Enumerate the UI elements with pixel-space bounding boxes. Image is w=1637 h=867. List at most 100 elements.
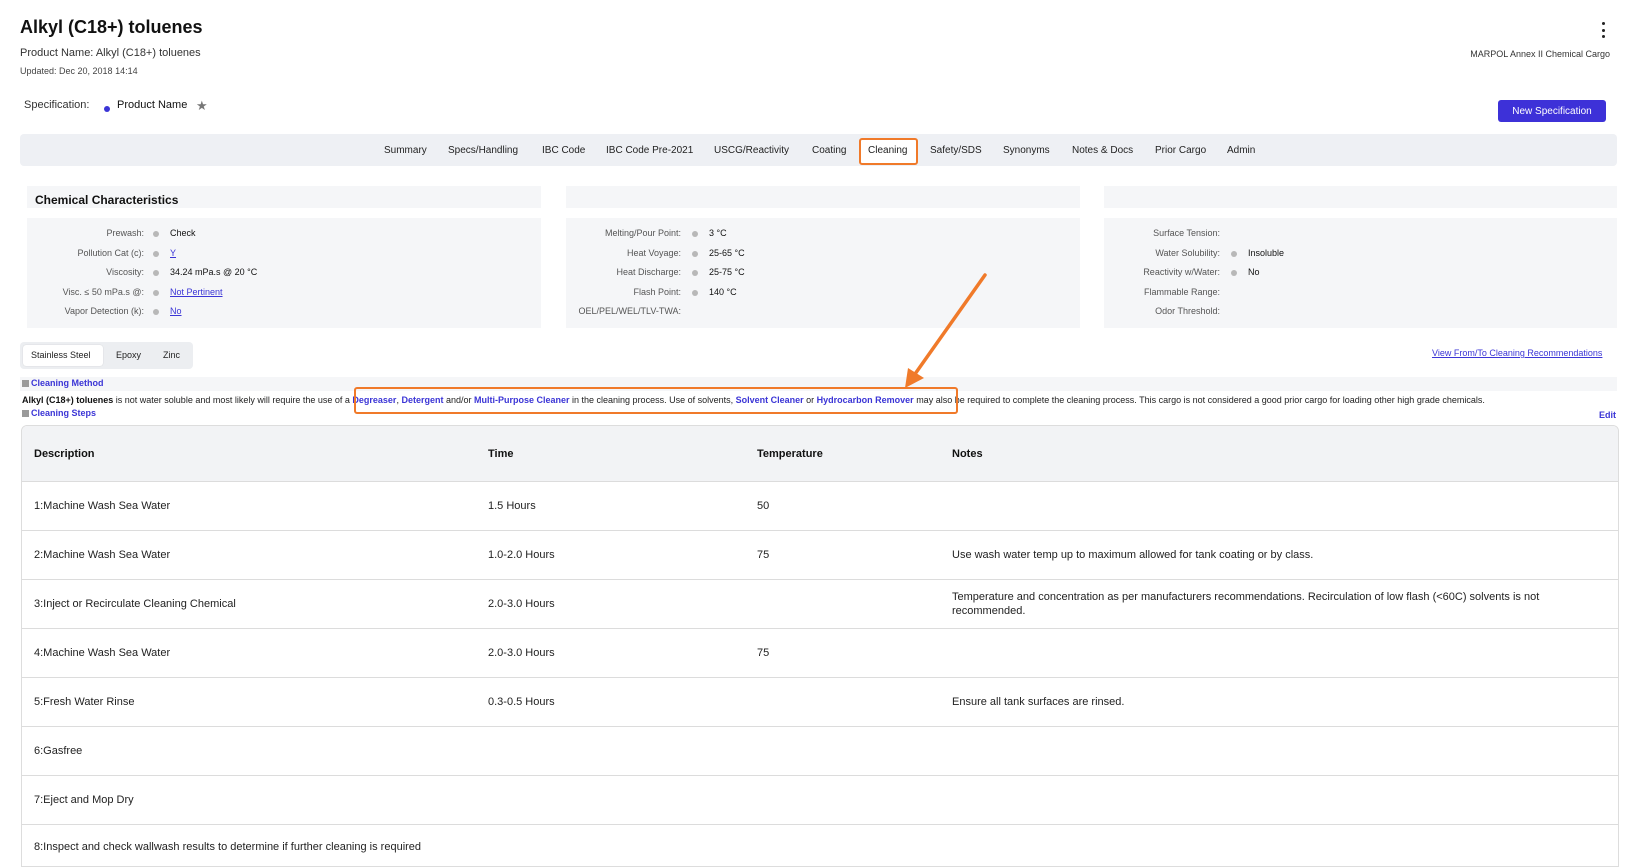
- status-dot: [692, 231, 698, 237]
- new-specification-button[interactable]: New Specification: [1498, 100, 1606, 122]
- tab-ibc-code-pre-2021[interactable]: IBC Code Pre-2021: [606, 145, 693, 156]
- row-description: 8:Inspect and check wallwash results to …: [34, 841, 422, 853]
- tab-stainless-steel[interactable]: Stainless Steel: [31, 350, 91, 360]
- surface-tension-label: Surface Tension:: [1153, 228, 1220, 238]
- pollution-cat-label: Pollution Cat (c):: [77, 248, 144, 258]
- table-row: 8:Inspect and check wallwash results to …: [22, 825, 1618, 866]
- status-dot: [1231, 270, 1237, 276]
- tab-synonyms[interactable]: Synonyms: [1003, 145, 1050, 156]
- row-temperature: 75: [757, 647, 770, 659]
- chem-panel-2-header: [566, 186, 1080, 208]
- tab-uscg-reactivity[interactable]: USCG/Reactivity: [714, 145, 789, 156]
- edit-steps-link[interactable]: Edit: [1599, 410, 1616, 420]
- status-dot: [153, 290, 159, 296]
- oel-pel-label: OEL/PEL/WEL/TLV-TWA:: [578, 306, 681, 316]
- col-description: Description: [34, 448, 95, 460]
- row-time: 0.3-0.5 Hours: [488, 696, 555, 708]
- odor-threshold-label: Odor Threshold:: [1155, 306, 1220, 316]
- row-notes: Ensure all tank surfaces are rinsed.: [952, 696, 1125, 708]
- water-solubility-value: Insoluble: [1248, 248, 1285, 258]
- cargo-category: MARPOL Annex II Chemical Cargo: [1470, 49, 1610, 59]
- row-description: 6:Gasfree: [34, 745, 83, 757]
- vapor-detection-label: Vapor Detection (k):: [64, 306, 144, 316]
- product-name-subtitle: Product Name: Alkyl (C18+) toluenes: [20, 47, 201, 59]
- collapse-square-icon[interactable]: [22, 380, 29, 387]
- table-row: 7:Eject and Mop Dry: [22, 776, 1618, 825]
- cleaning-method-title[interactable]: Cleaning Method: [31, 378, 104, 388]
- tab-epoxy[interactable]: Epoxy: [116, 350, 141, 360]
- collapse-square-icon[interactable]: [22, 410, 29, 417]
- tab-coating[interactable]: Coating: [812, 145, 846, 156]
- tab-admin[interactable]: Admin: [1227, 145, 1255, 156]
- reactivity-water-label: Reactivity w/Water:: [1143, 267, 1220, 277]
- row-time: 2.0-3.0 Hours: [488, 647, 555, 659]
- melting-point-label: Melting/Pour Point:: [604, 228, 681, 238]
- row-description: 1:Machine Wash Sea Water: [34, 500, 171, 512]
- tab-ibc-code[interactable]: IBC Code: [542, 145, 585, 156]
- tab-safety-sds[interactable]: Safety/SDS: [930, 145, 982, 156]
- row-time: 1.0-2.0 Hours: [488, 549, 555, 561]
- cleaning-steps-bar: [20, 407, 1617, 421]
- more-options-icon[interactable]: [1598, 20, 1608, 40]
- visc-threshold-label: Visc. ≤ 50 mPa.s @:: [62, 287, 144, 297]
- cleaning-steps-table: Description Time Temperature Notes 1:Mac…: [21, 425, 1619, 867]
- star-icon[interactable]: ★: [196, 98, 208, 114]
- status-dot: [153, 309, 159, 315]
- radio-selected-icon[interactable]: [104, 106, 110, 112]
- row-description: 3:Inject or Recirculate Cleaning Chemica…: [34, 598, 236, 610]
- status-dot: [153, 251, 159, 257]
- row-time: 1.5 Hours: [488, 500, 536, 512]
- vapor-detection-link[interactable]: No: [170, 306, 182, 316]
- chem-panel-3-header: [1104, 186, 1617, 208]
- method-text-6: may also be required to complete the cle…: [913, 395, 1485, 405]
- chemical-characteristics-title: Chemical Characteristics: [35, 193, 179, 207]
- row-description: 5:Fresh Water Rinse: [34, 696, 135, 708]
- method-text-1: is not water soluble and most likely wil…: [113, 395, 353, 405]
- row-description: 4:Machine Wash Sea Water: [34, 647, 171, 659]
- status-dot: [153, 231, 159, 237]
- specification-label: Specification:: [24, 99, 90, 111]
- flash-point-value: 140 °C: [709, 287, 737, 297]
- viscosity-value: 34.24 mPa.s @ 20 °C: [170, 267, 258, 277]
- row-notes: Use wash water temp up to maximum allowe…: [952, 549, 1314, 561]
- view-cleaning-recommendations-link[interactable]: View From/To Cleaning Recommendations: [1432, 348, 1602, 358]
- page-title: Alkyl (C18+) toluenes: [20, 17, 203, 37]
- row-temperature: 50: [757, 500, 770, 512]
- col-temperature: Temperature: [757, 448, 823, 460]
- reactivity-water-value: No: [1248, 267, 1260, 277]
- status-dot: [692, 270, 698, 276]
- visc-threshold-link[interactable]: Not Pertinent: [170, 287, 223, 297]
- row-description: 7:Eject and Mop Dry: [34, 794, 134, 806]
- cleaning-steps-title[interactable]: Cleaning Steps: [31, 408, 96, 418]
- water-solubility-label: Water Solubility:: [1155, 248, 1220, 258]
- pollution-cat-link[interactable]: Y: [170, 248, 176, 258]
- flammable-range-label: Flammable Range:: [1143, 287, 1220, 297]
- updated-timestamp: Updated: Dec 20, 2018 14:14: [20, 66, 138, 76]
- row-description: 2:Machine Wash Sea Water: [34, 549, 171, 561]
- viscosity-label: Viscosity:: [106, 267, 144, 277]
- tab-prior-cargo[interactable]: Prior Cargo: [1155, 145, 1206, 156]
- table-row: 2:Machine Wash Sea Water 1.0-2.0 Hours 7…: [22, 531, 1618, 580]
- prewash-label: Prewash:: [106, 228, 144, 238]
- tab-summary[interactable]: Summary: [384, 145, 427, 156]
- tab-notes-docs[interactable]: Notes & Docs: [1072, 145, 1133, 156]
- flash-point-label: Flash Point:: [633, 287, 681, 297]
- table-row: 5:Fresh Water Rinse 0.3-0.5 Hours Ensure…: [22, 678, 1618, 727]
- status-dot: [692, 251, 698, 257]
- prewash-value: Check: [170, 228, 196, 238]
- heat-voyage-value: 25-65 °C: [709, 248, 745, 258]
- melting-point-value: 3 °C: [709, 228, 727, 238]
- row-time: 2.0-3.0 Hours: [488, 598, 555, 610]
- tab-cleaning[interactable]: Cleaning: [868, 145, 907, 156]
- status-dot: [153, 270, 159, 276]
- status-dot: [692, 290, 698, 296]
- table-header: Description Time Temperature Notes: [22, 426, 1618, 482]
- table-row: 4:Machine Wash Sea Water 2.0-3.0 Hours 7…: [22, 629, 1618, 678]
- specification-value[interactable]: Product Name: [117, 99, 187, 111]
- tab-specs-handling[interactable]: Specs/Handling: [448, 145, 518, 156]
- row-notes: Temperature and concentration as per man…: [952, 591, 1540, 617]
- col-time: Time: [488, 448, 514, 460]
- heat-discharge-value: 25-75 °C: [709, 267, 745, 277]
- tab-zinc[interactable]: Zinc: [163, 350, 180, 360]
- row-temperature: 75: [757, 549, 770, 561]
